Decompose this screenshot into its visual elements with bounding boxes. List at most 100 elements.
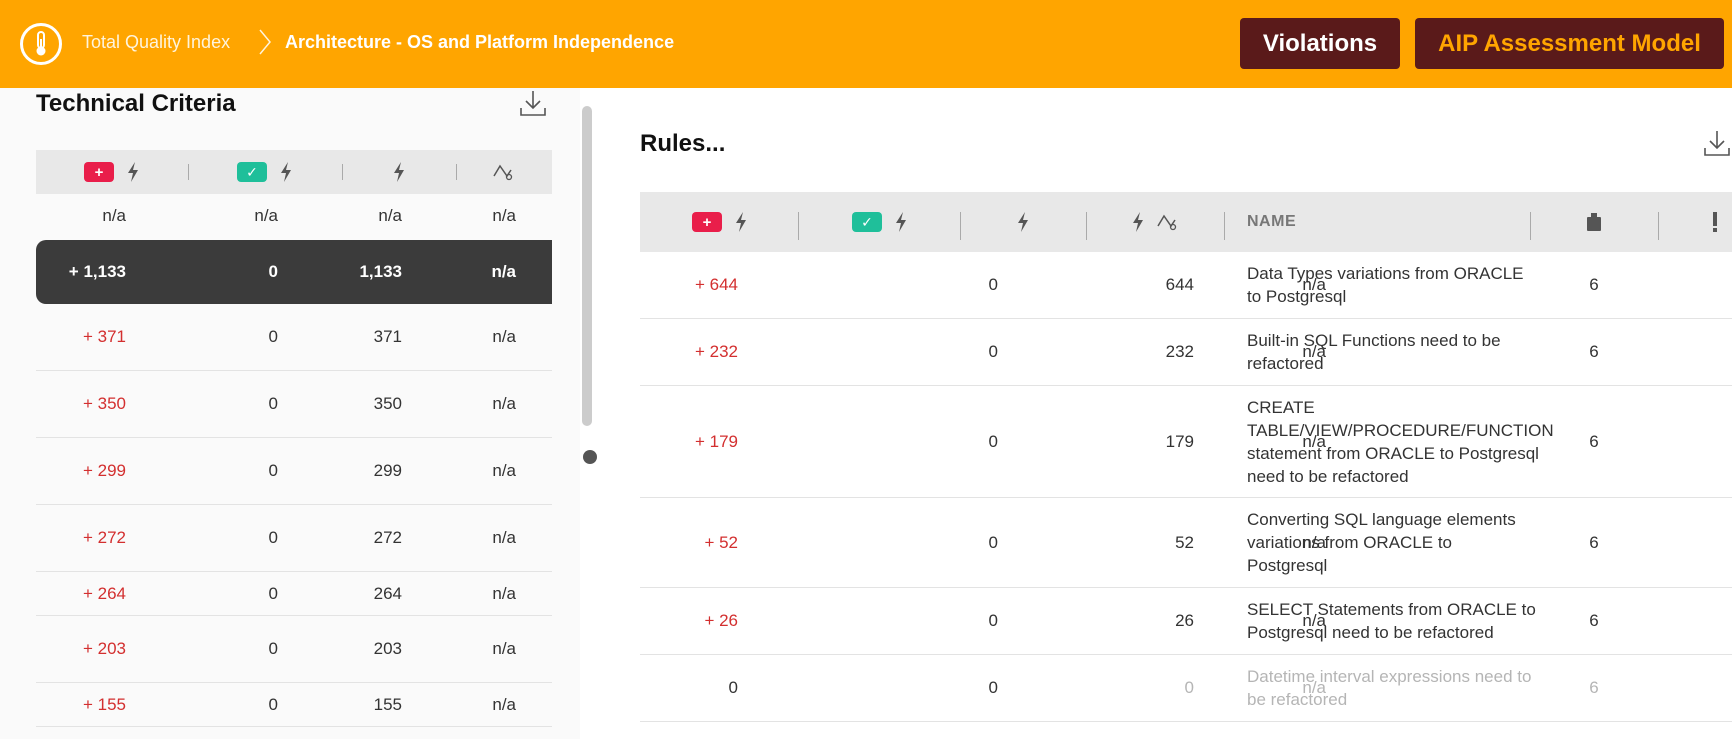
total-violations-header[interactable] <box>342 150 456 194</box>
weight-header[interactable] <box>1530 192 1658 252</box>
header-divider <box>1224 212 1225 240</box>
rules-title: Rules... <box>640 130 726 157</box>
trend-header[interactable] <box>456 150 552 194</box>
total-count: 272 <box>373 528 402 547</box>
added-count: + 26 <box>704 611 738 630</box>
rule-name[interactable]: SELECT Statements from ORACLE to Postgre… <box>1247 588 1537 654</box>
bolt-icon <box>1133 212 1143 232</box>
panel-resize-handle[interactable] <box>583 450 597 464</box>
total-count: 52 <box>1175 532 1194 552</box>
weight-value: 6 <box>1589 431 1599 451</box>
check-badge-icon: ✓ <box>852 212 882 232</box>
thermometer-icon[interactable] <box>20 23 62 65</box>
critical-header[interactable] <box>1700 192 1730 252</box>
added-count: 0 <box>728 678 738 697</box>
table-row[interactable]: + 26 0 26 n/a SELECT Statements from ORA… <box>640 588 1732 655</box>
bolt-icon <box>394 162 404 182</box>
panel-title: Technical Criteria <box>36 90 236 117</box>
table-row[interactable]: 0 0 0 n/a Datetime interval expressions … <box>640 655 1732 722</box>
rule-name[interactable]: Data Types variations from ORACLE to Pos… <box>1247 252 1537 318</box>
plus-badge-icon: + <box>84 162 114 182</box>
weight-value: 6 <box>1589 275 1599 294</box>
bolt-icon <box>281 162 291 182</box>
bolt-icon <box>128 162 138 182</box>
removed-count: 0 <box>988 611 998 630</box>
added-count: + 371 <box>82 327 126 346</box>
summary-trend: n/a <box>492 206 516 225</box>
removed-count: 0 <box>268 528 278 547</box>
scrollbar[interactable] <box>582 106 592 426</box>
removed-count: 0 <box>988 431 998 451</box>
removed-violations-header[interactable]: ✓ <box>800 192 960 252</box>
trend-value: n/a <box>492 394 516 413</box>
table-row[interactable]: + 1,133 0 1,133 n/a <box>36 240 552 304</box>
trend-value: n/a <box>492 461 516 480</box>
assessment-model-button[interactable]: AIP Assessment Model <box>1415 18 1724 69</box>
table-row[interactable]: + 371 0 371 n/a <box>36 304 552 371</box>
total-count: 1,133 <box>359 262 402 281</box>
rule-name[interactable]: Datetime interval expressions need to be… <box>1247 655 1537 721</box>
download-icon[interactable] <box>1702 128 1732 158</box>
table-row[interactable]: + 52 0 52 n/a Converting SQL language el… <box>640 498 1732 588</box>
summary-row: n/a n/a n/a n/a <box>36 194 552 238</box>
total-count: 155 <box>373 694 402 714</box>
breadcrumb-root[interactable]: Total Quality Index <box>82 32 230 53</box>
removed-violations-header[interactable]: ✓ <box>188 150 342 194</box>
rule-name[interactable]: Converting SQL language elements variati… <box>1247 498 1537 587</box>
removed-count: 0 <box>988 532 998 552</box>
table-row[interactable]: + 179 0 179 n/a CREATE TABLE/VIEW/PROCED… <box>640 386 1732 498</box>
download-icon[interactable] <box>518 88 548 118</box>
added-count: + 350 <box>82 394 126 413</box>
total-count: 299 <box>373 461 402 480</box>
trend-icon <box>1157 214 1177 231</box>
rule-name[interactable]: CREATE TABLE/VIEW/PROCEDURE/FUNCTION sta… <box>1247 386 1554 497</box>
removed-count: 0 <box>268 639 278 658</box>
table-row[interactable]: + 264 0 264 n/a <box>36 572 552 616</box>
trend-value: n/a <box>492 583 516 603</box>
weight-value: 6 <box>1589 611 1599 630</box>
total-violations-header[interactable] <box>960 192 1086 252</box>
rule-name[interactable]: Built-in SQL Functions need to be refact… <box>1247 319 1537 385</box>
added-count: + 155 <box>82 694 126 714</box>
name-column-header[interactable]: NAME <box>1247 192 1296 252</box>
removed-count: 0 <box>268 461 278 480</box>
table-row[interactable]: + 350 0 350 n/a <box>36 371 552 438</box>
table-row[interactable]: + 272 0 272 n/a <box>36 505 552 572</box>
table-row[interactable]: + 299 0 299 n/a <box>36 438 552 505</box>
trend-value: n/a <box>492 694 516 714</box>
removed-count: 0 <box>988 275 998 294</box>
breadcrumb-current: Architecture - OS and Platform Independe… <box>285 32 675 52</box>
bolt-icon <box>736 212 746 232</box>
check-badge-icon: ✓ <box>237 162 267 182</box>
added-count: + 299 <box>82 461 126 480</box>
table-row[interactable]: + 203 0 203 n/a <box>36 616 552 683</box>
added-violations-header[interactable]: + <box>640 192 800 252</box>
bolt-icon <box>1018 212 1028 232</box>
total-count: 0 <box>1184 678 1194 697</box>
weight-value: 6 <box>1589 678 1599 697</box>
table-row[interactable]: + 155 0 155 n/a <box>36 683 552 727</box>
trend-header[interactable] <box>1086 192 1224 252</box>
plus-badge-icon: + <box>692 212 722 232</box>
table-row[interactable]: + 644 0 644 n/a Data Types variations fr… <box>640 252 1732 319</box>
total-count: 264 <box>373 583 402 603</box>
exclamation-icon <box>1713 212 1717 232</box>
violations-button[interactable]: Violations <box>1240 18 1400 69</box>
rules-table-header: + ✓ NAME <box>640 192 1732 252</box>
removed-count: 0 <box>268 262 278 281</box>
trend-value: n/a <box>492 639 516 658</box>
added-count: + 1,133 <box>68 262 126 281</box>
table-row[interactable]: + 232 0 232 n/a Built-in SQL Functions n… <box>640 319 1732 386</box>
removed-count: 0 <box>268 394 278 413</box>
trend-icon <box>493 164 513 181</box>
summary-added: n/a <box>102 206 126 225</box>
added-count: + 52 <box>704 532 738 552</box>
added-violations-header[interactable]: + <box>36 150 188 194</box>
weight-value: 6 <box>1589 342 1599 361</box>
chevron-right-icon <box>259 29 271 55</box>
weight-icon <box>1587 213 1601 231</box>
trend-value: n/a <box>491 262 516 281</box>
total-count: 232 <box>1165 342 1194 361</box>
header-divider <box>1658 212 1659 240</box>
trend-value: n/a <box>492 528 516 547</box>
